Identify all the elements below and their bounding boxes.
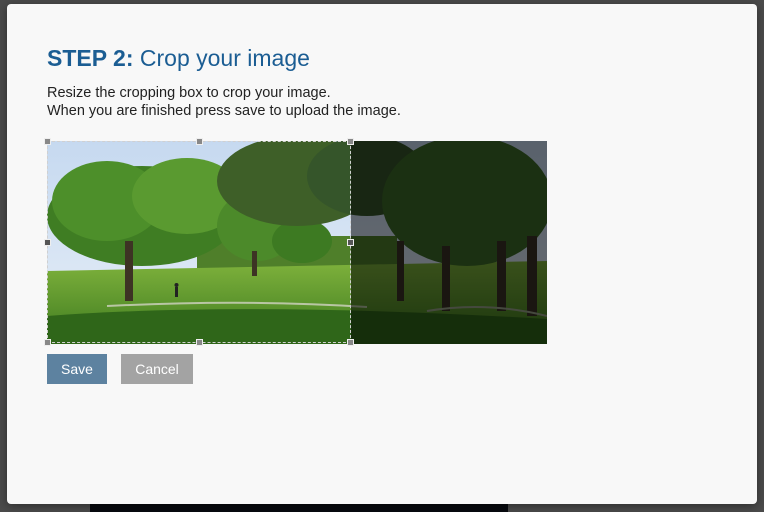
crop-box[interactable] (44, 138, 354, 346)
crop-handle-left[interactable] (44, 239, 51, 246)
instruction-line-2: When you are finished press save to uplo… (47, 103, 401, 119)
crop-handle-top-right[interactable] (347, 138, 354, 145)
instructions: Resize the cropping box to crop your ima… (47, 84, 401, 120)
crop-handle-bottom-right[interactable] (347, 339, 354, 346)
crop-handle-top[interactable] (196, 138, 203, 145)
title-text: Crop your image (139, 45, 310, 71)
crop-handle-bottom-left[interactable] (44, 339, 51, 346)
title-step: STEP 2: (47, 45, 134, 71)
instruction-line-1: Resize the cropping box to crop your ima… (47, 85, 331, 101)
crop-handle-top-left[interactable] (44, 138, 51, 145)
crop-handle-right[interactable] (347, 239, 354, 246)
dialog-title: STEP 2: Crop your image (47, 45, 310, 72)
crop-outside-shade (351, 141, 547, 344)
save-button[interactable]: Save (47, 354, 107, 384)
cancel-button[interactable]: Cancel (121, 354, 193, 384)
crop-handle-bottom[interactable] (196, 339, 203, 346)
crop-dialog: STEP 2: Crop your image Resize the cropp… (7, 4, 757, 504)
